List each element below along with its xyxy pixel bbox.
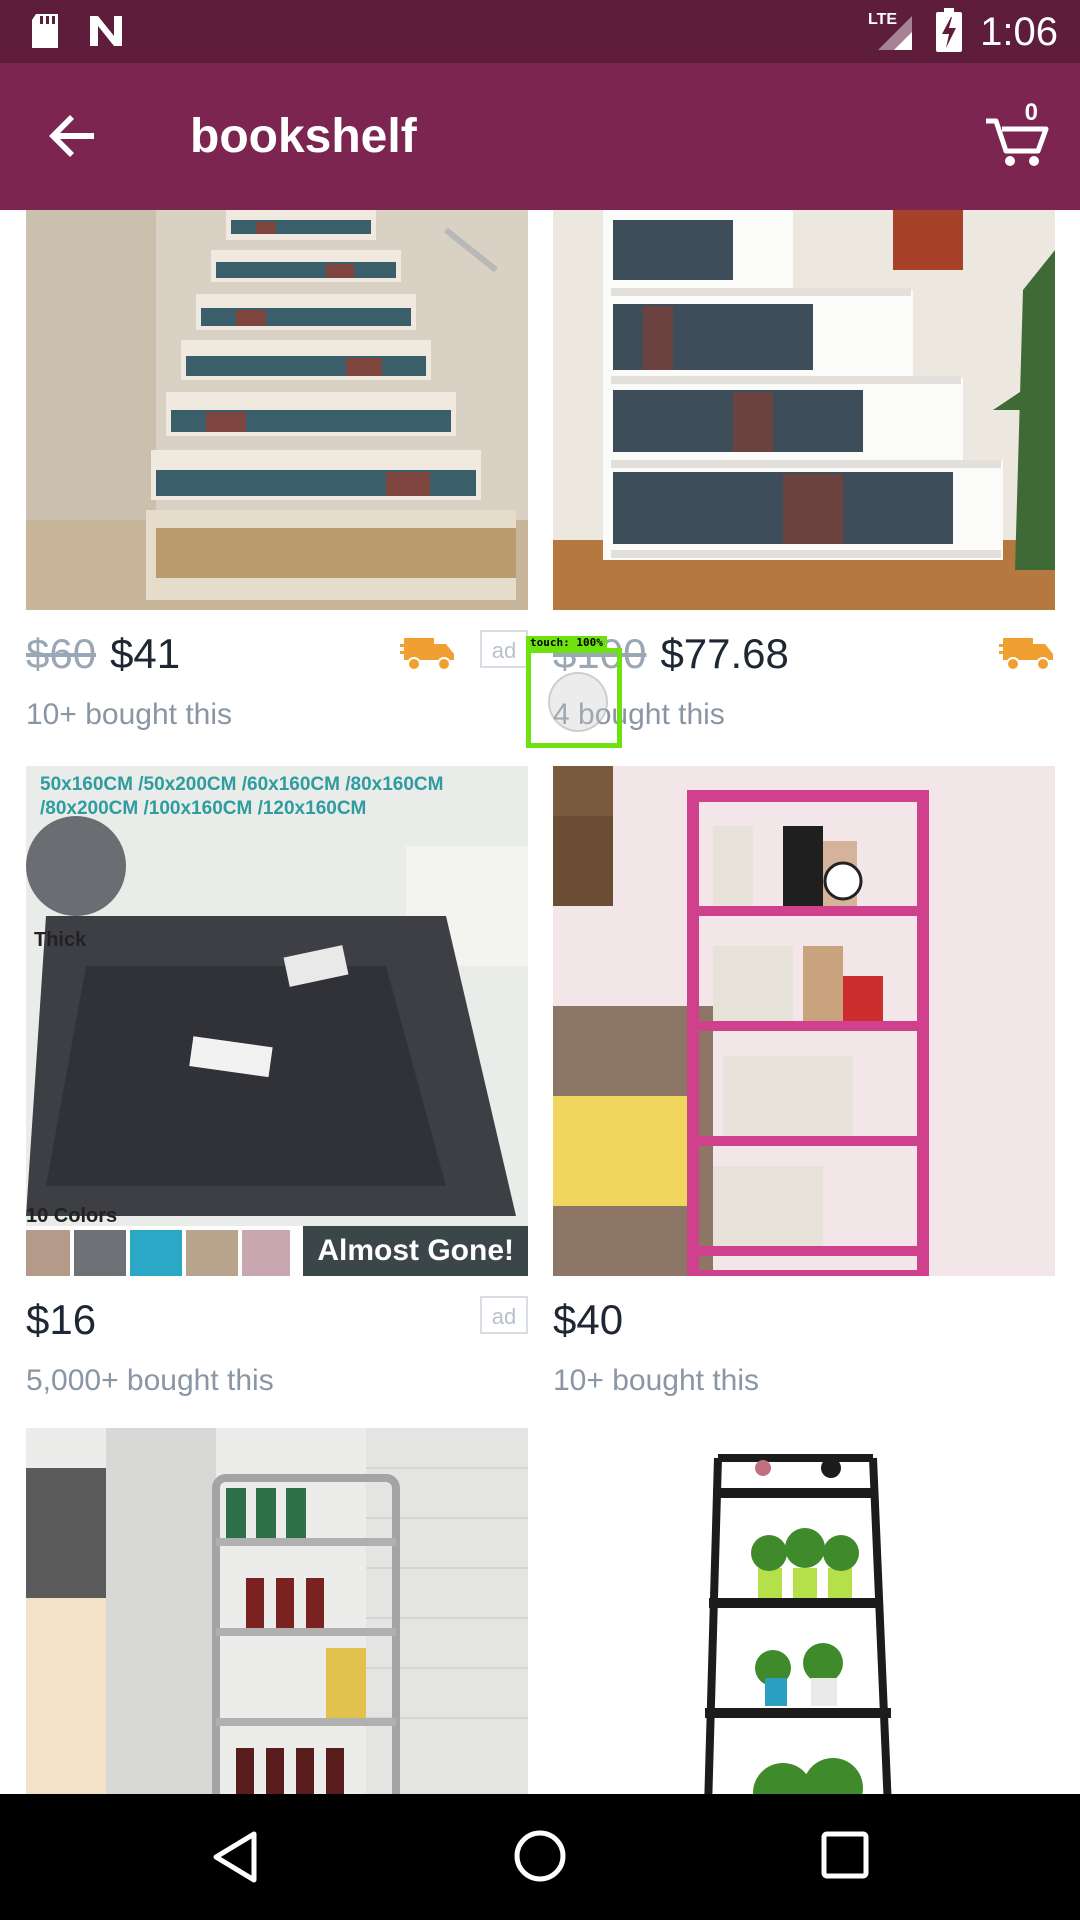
product-image-ladder-shelf[interactable] xyxy=(553,1428,1055,1794)
shipping-truck-icon xyxy=(999,638,1053,671)
page-title: bookshelf xyxy=(190,110,417,163)
circle-home-icon xyxy=(514,1830,566,1882)
square-recents-icon xyxy=(821,1831,869,1879)
sale-price: $41 xyxy=(110,630,181,677)
colors-label: 10 Colors xyxy=(26,1205,117,1227)
shipping-truck-icon xyxy=(400,638,454,671)
cart-count: 0 xyxy=(1024,99,1038,126)
product-card[interactable] xyxy=(26,1428,528,1794)
sd-card-icon xyxy=(28,12,62,55)
rug-sizes-line-2: /80x200CM /100x160CM /120x160CM xyxy=(40,798,366,819)
thick-label: Thick xyxy=(34,929,87,951)
nav-recents-button[interactable] xyxy=(820,1830,870,1885)
cart-button[interactable] xyxy=(982,91,1052,171)
sale-price: $40 xyxy=(553,1296,624,1343)
system-nav-bar xyxy=(0,1794,1080,1920)
nav-back-button[interactable] xyxy=(210,1830,260,1889)
bought-count: 10+ bought this xyxy=(553,1364,760,1397)
product-image-staircase-bookshelf[interactable] xyxy=(26,210,528,610)
price-row: $40 xyxy=(553,1296,1055,1356)
sale-price: $77.68 xyxy=(660,630,789,677)
lte-signal-icon: LTE xyxy=(868,8,918,57)
product-card[interactable]: $40 10+ bought this xyxy=(553,766,1055,1397)
bought-count: 10+ bought this xyxy=(26,698,233,731)
shopping-cart-icon xyxy=(986,118,1049,166)
back-arrow-icon xyxy=(49,115,94,157)
product-card[interactable]: $100 $77.68 4 bought this xyxy=(553,210,1055,731)
product-card[interactable]: $60 $41 ad 10+ bought this xyxy=(26,210,528,731)
product-image-shaggy-rug[interactable]: 50x160CM /50x200CM /60x160CM /80x160CM /… xyxy=(26,766,528,1276)
notification-n-icon xyxy=(86,12,126,55)
product-image-rolling-cart[interactable] xyxy=(26,1428,528,1794)
price-row: $100 $77.68 xyxy=(553,630,1055,690)
svg-text:LTE: LTE xyxy=(868,11,897,28)
original-price: $60 xyxy=(26,630,97,677)
triangle-back-icon xyxy=(213,1831,257,1883)
app-bar: bookshelf 0 xyxy=(0,63,1080,210)
clock: 1:06 xyxy=(980,10,1058,54)
battery-charging-icon xyxy=(936,7,963,57)
ad-badge: ad xyxy=(480,1296,528,1334)
nav-home-button[interactable] xyxy=(512,1828,568,1889)
sale-price: $16 xyxy=(26,1296,97,1343)
back-button[interactable] xyxy=(40,103,106,169)
product-image-step-shelf[interactable] xyxy=(553,210,1055,610)
product-card[interactable] xyxy=(553,1428,1055,1794)
ad-badge: ad xyxy=(480,630,528,668)
product-grid: $60 $41 ad 10+ bought this $100 $77.68 4… xyxy=(0,210,1080,1794)
rug-sizes-line-1: 50x160CM /50x200CM /60x160CM /80x160CM xyxy=(40,774,443,795)
almost-gone-badge: Almost Gone! xyxy=(303,1226,528,1276)
product-image-pink-shelf[interactable] xyxy=(553,766,1055,1276)
bought-count: 5,000+ bought this xyxy=(26,1364,274,1397)
price-row: $60 $41 ad xyxy=(26,630,528,690)
status-bar: LTE 1:06 xyxy=(0,0,1080,63)
product-card[interactable]: 50x160CM /50x200CM /60x160CM /80x160CM /… xyxy=(26,766,528,1397)
price-row: $16 ad xyxy=(26,1296,528,1356)
touch-point xyxy=(548,672,608,732)
